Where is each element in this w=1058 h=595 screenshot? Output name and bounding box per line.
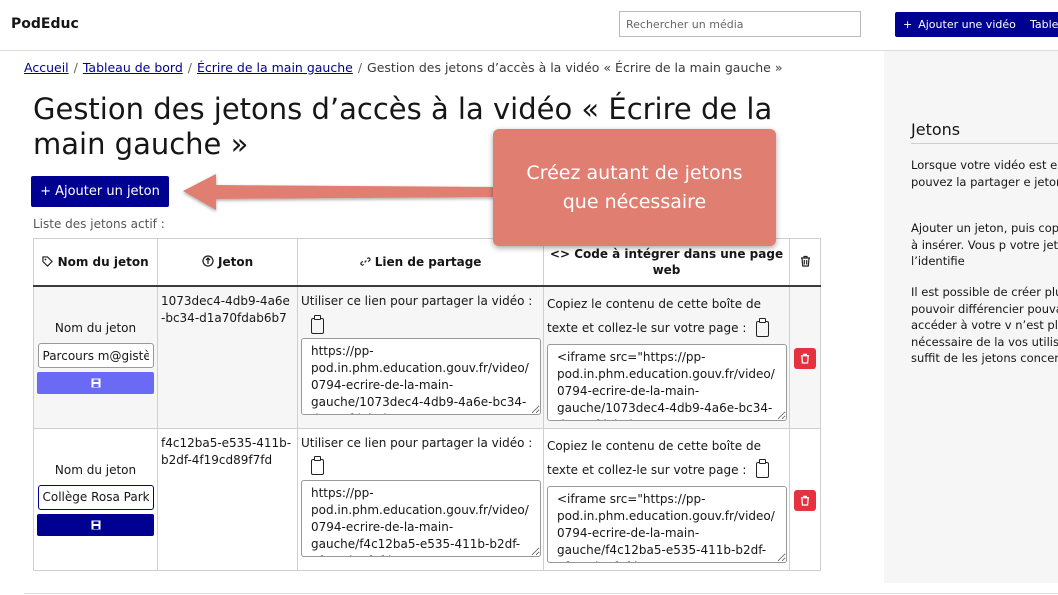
embed-code-cell: Copiez le contenu de cette boîte de text… (543, 427, 790, 571)
add-video-label: Ajouter une vidéo (918, 18, 1016, 31)
embed-code-cell: Copiez le contenu de cette boîte de text… (543, 285, 790, 429)
breadcrumb-home-link[interactable]: Accueil (24, 60, 69, 75)
share-link-textarea[interactable]: https://pp-pod.in.phm.education.gouv.fr/… (301, 338, 541, 415)
callout-text: Créez autant de jetons que nécessaire (526, 161, 743, 213)
floppy-save-icon (91, 378, 100, 388)
token-info-icon (202, 255, 214, 267)
token-name-cell: Nom du jeton (33, 427, 158, 571)
site-brand[interactable]: PodEduc (11, 16, 79, 32)
token-name-input[interactable] (37, 484, 154, 510)
link-icon (359, 257, 371, 266)
clipboard-copy-icon[interactable] (311, 456, 324, 475)
embed-code-textarea[interactable]: <iframe src="https://pp-pod.in.phm.educa… (547, 485, 787, 563)
column-header-name: Nom du jeton (33, 238, 158, 287)
sidebar-paragraph: Il est possible de créer plu pour pouvoi… (911, 285, 1058, 365)
tokens-table: Nom du jeton Jeton Lien de partage <> Co… (33, 238, 821, 571)
dashboard-button[interactable]: Tableau de bord (1018, 12, 1058, 37)
column-header-share-label: Lien de partage (374, 255, 482, 269)
help-sidebar: Jetons Lorsque votre vidéo est e vous po… (884, 51, 1058, 583)
delete-token-button[interactable] (794, 348, 816, 369)
callout-arrow (183, 174, 496, 210)
breadcrumb-separator: / (73, 60, 78, 75)
tag-icon (42, 256, 54, 267)
breadcrumb-separator: / (357, 60, 363, 75)
breadcrumb: Accueil / Tableau de bord / Écrire de la mai… (24, 60, 783, 75)
token-name-label: Nom du jeton (54, 321, 137, 335)
token-name-cell: Nom du jeton (33, 285, 158, 429)
token-name-label: Nom du jeton (54, 462, 137, 477)
sidebar-divider (911, 143, 1058, 144)
table-row: Nom du jeton 1073dec4-4db9-4a6e-bc34-d1a… (33, 285, 821, 429)
breadcrumb-current: Gestion des jetons d’accès à la vidéo « … (367, 60, 783, 75)
trash-icon (800, 495, 810, 506)
column-header-embed-label: Code à intégrer dans une page web (574, 247, 784, 277)
code-icon: <> (549, 247, 571, 261)
breadcrumb-dashboard-link[interactable]: Tableau de bord (83, 60, 183, 75)
clipboard-copy-icon[interactable] (311, 314, 324, 334)
trash-icon (800, 255, 810, 267)
add-token-label: Ajouter un jeton (55, 184, 160, 199)
embed-code-instructions: Copiez le contenu de cette boîte de text… (547, 297, 761, 335)
column-header-delete (789, 238, 821, 287)
search-input[interactable] (619, 11, 861, 37)
embed-code-instructions: Copiez le contenu de cette boîte de text… (547, 438, 761, 477)
share-link-instructions: Utiliser ce lien pour partager la vidéo … (301, 294, 533, 308)
share-link-cell: Utiliser ce lien pour partager la vidéo … (297, 427, 544, 571)
active-tokens-label: Liste des jetons actif : (33, 217, 165, 231)
add-video-button[interactable]: + Ajouter une vidéo (895, 12, 1024, 37)
dashboard-label: Tableau de bord (1030, 18, 1058, 31)
trash-icon (800, 353, 810, 364)
share-link-textarea[interactable]: https://pp-pod.in.phm.education.gouv.fr/… (301, 479, 541, 557)
breadcrumb-video-link[interactable]: Écrire de la main gauche (197, 60, 353, 75)
header: PodEduc + Ajouter une vidéo Tableau de b… (0, 0, 1058, 51)
plus-icon: + (903, 18, 913, 31)
column-header-name-label: Nom du jeton (57, 255, 149, 269)
breadcrumb-separator: / (187, 60, 192, 75)
sidebar-paragraph: Ajouter un jeton, puis cop ou le lien à … (911, 221, 1058, 268)
save-token-button[interactable] (37, 372, 154, 394)
column-header-token-label: Jeton (218, 255, 254, 269)
save-token-button[interactable] (37, 513, 154, 536)
embed-code-textarea[interactable]: <iframe src="https://pp-pod.in.phm.educa… (547, 344, 787, 421)
share-link-cell: Utiliser ce lien pour partager la vidéo … (297, 285, 544, 429)
column-header-token: Jeton (157, 238, 298, 287)
add-token-button[interactable]: + Ajouter un jeton (31, 176, 169, 207)
token-value-cell: f4c12ba5-e535-411b-b2df-4f19cd89f7fd (157, 427, 298, 571)
table-row: Nom du jeton f4c12ba5-e535-411b-b2df-4f1… (33, 427, 821, 571)
share-link-instructions: Utiliser ce lien pour partager la vidéo … (301, 435, 533, 450)
token-name-input[interactable] (37, 343, 154, 368)
delete-token-button[interactable] (794, 489, 816, 511)
footer-divider (24, 593, 1058, 594)
clipboard-copy-icon[interactable] (756, 317, 770, 337)
floppy-save-icon (91, 520, 100, 529)
sidebar-title: Jetons (911, 120, 961, 139)
clipboard-copy-icon[interactable] (756, 459, 770, 478)
token-value-cell: 1073dec4-4db9-4a6e-bc34-d1a70fdab6b7 (157, 285, 298, 429)
sidebar-paragraph: Lorsque votre vidéo est e vous pouvez la… (911, 158, 1058, 189)
delete-cell (789, 427, 821, 571)
plus-icon: + (40, 184, 52, 199)
delete-cell (789, 285, 821, 429)
tip-callout: Créez autant de jetons que nécessaire (493, 129, 776, 246)
